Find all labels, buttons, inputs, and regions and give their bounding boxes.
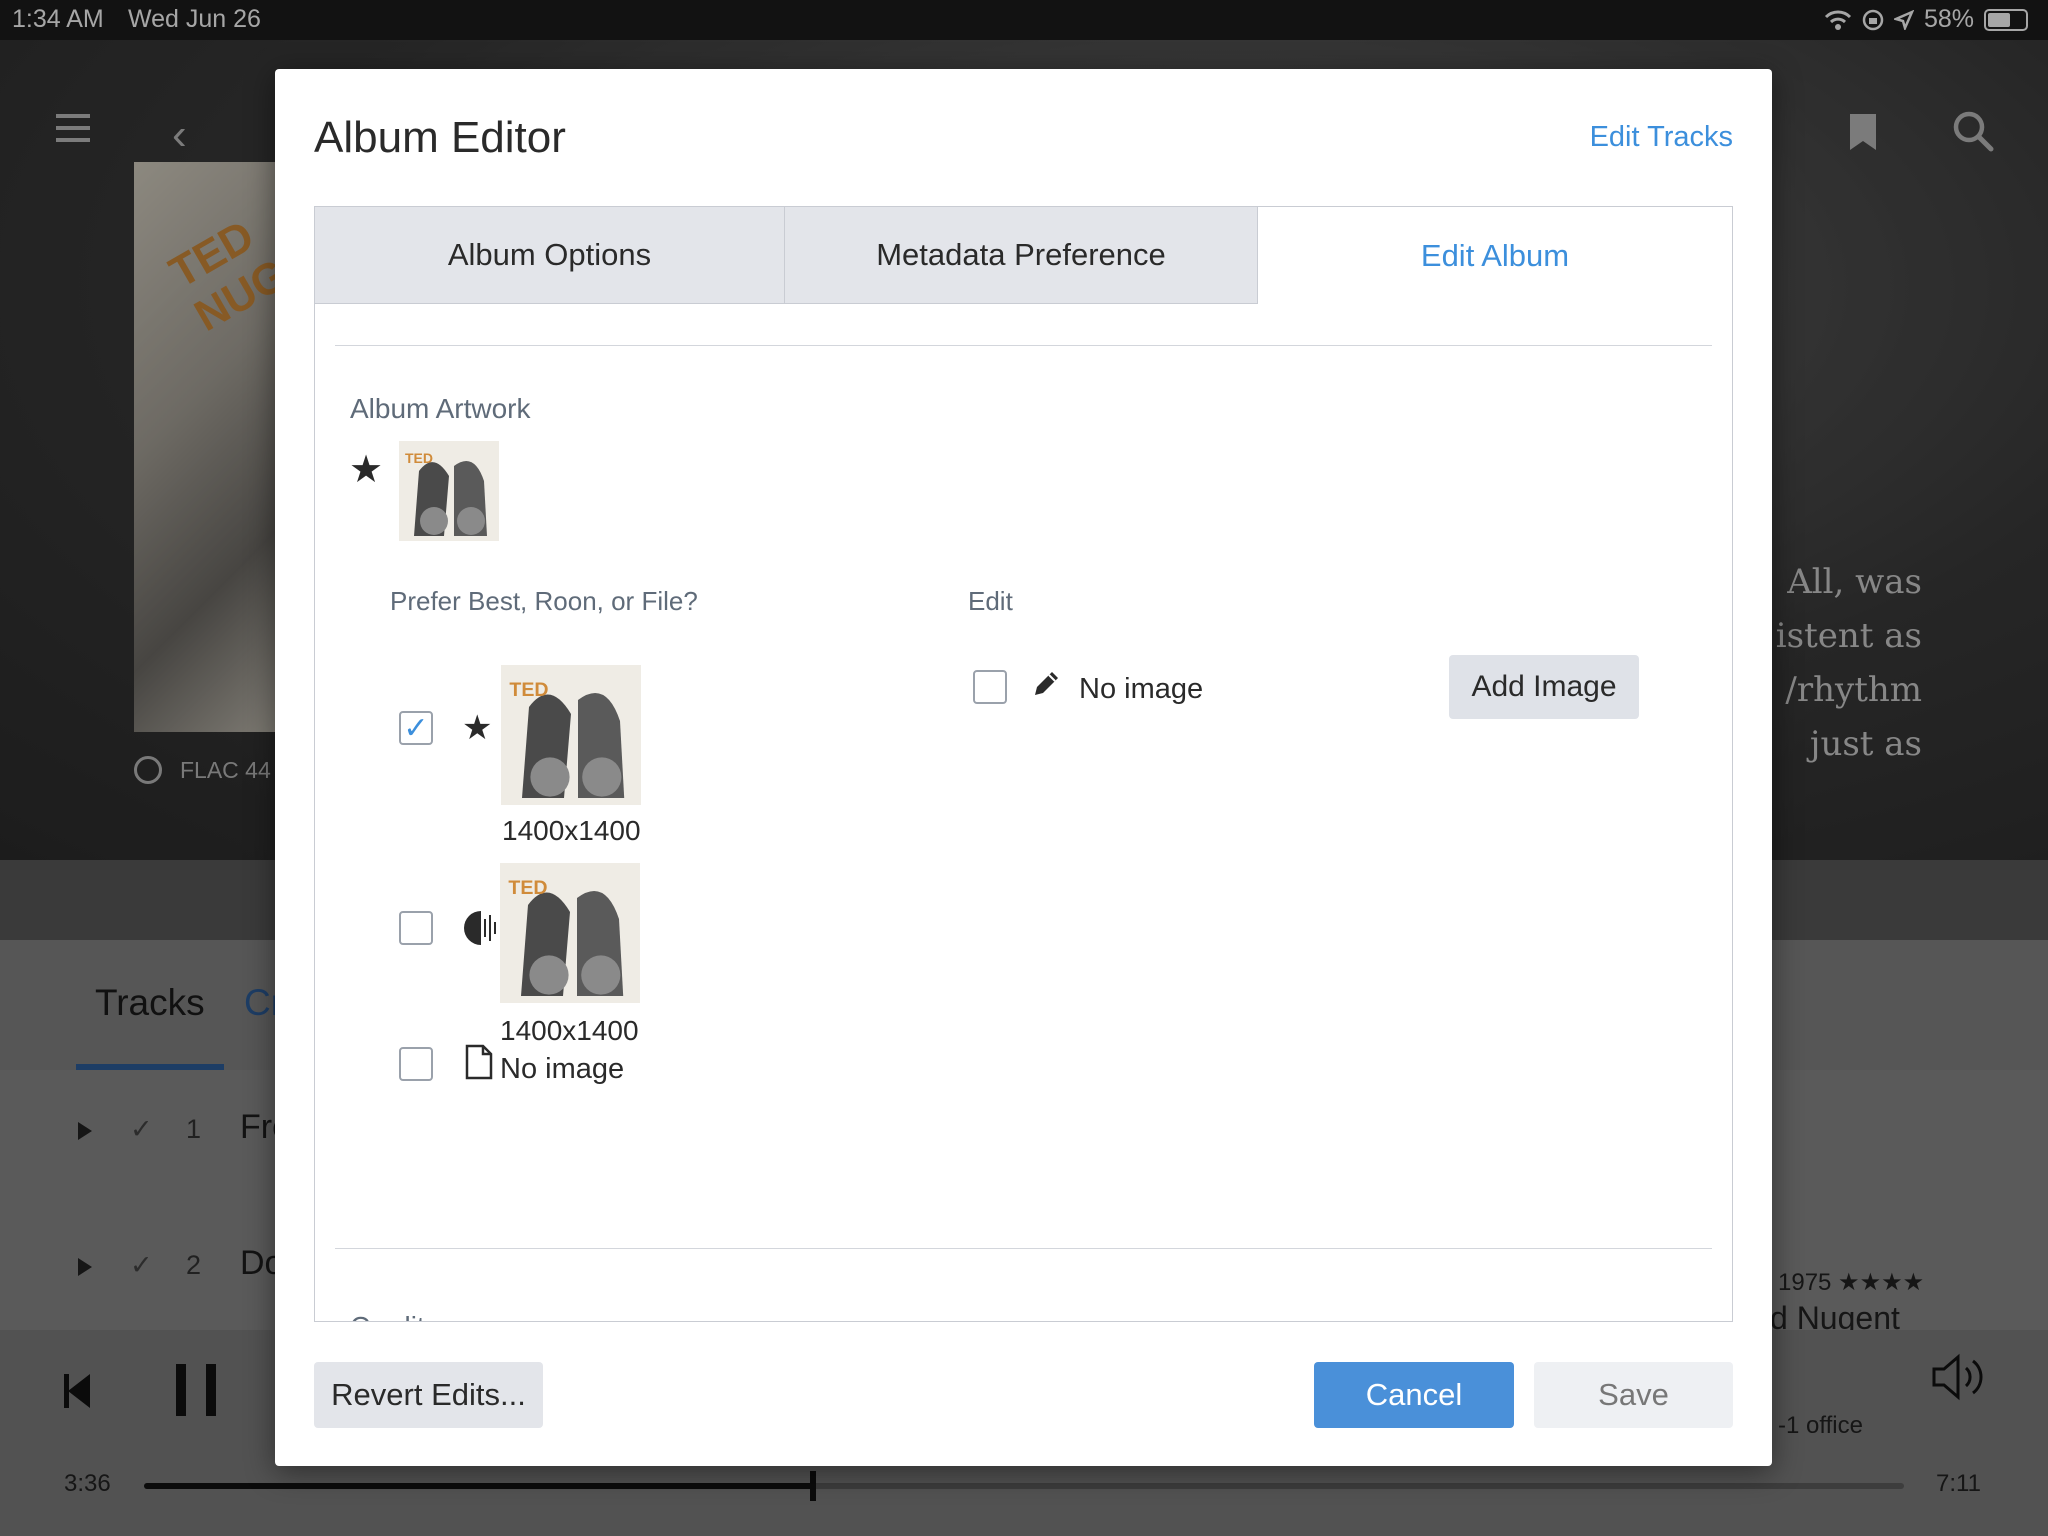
cancel-button[interactable]: Cancel bbox=[1314, 1362, 1514, 1428]
file-icon bbox=[465, 1044, 493, 1080]
credits-label: Credits bbox=[350, 1311, 439, 1321]
album-editor-dialog: Album Editor Edit Tracks Album Options M… bbox=[275, 69, 1772, 1466]
roon-artwork-dimensions: 1400x1400 bbox=[500, 1015, 639, 1046]
edit-no-image-text: No image bbox=[1079, 673, 1204, 705]
prefer-roon-checkbox[interactable] bbox=[399, 911, 433, 945]
divider bbox=[335, 1248, 1712, 1249]
edit-label: Edit bbox=[968, 586, 1013, 616]
prefer-source-label: Prefer Best, Roon, or File? bbox=[390, 586, 698, 616]
tab-metadata-preference[interactable]: Metadata Preference bbox=[784, 206, 1258, 304]
prefer-file-checkbox[interactable] bbox=[399, 1047, 433, 1081]
file-no-image-text: No image bbox=[500, 1053, 625, 1085]
album-artwork-label: Album Artwork bbox=[350, 393, 531, 424]
dialog-title: Album Editor bbox=[314, 113, 566, 162]
star-icon: ★ bbox=[349, 449, 384, 491]
svg-text:TED: TED bbox=[509, 679, 548, 701]
divider bbox=[335, 345, 1712, 346]
svg-text:TED: TED bbox=[405, 450, 433, 466]
best-artwork-thumbnail[interactable]: TED bbox=[501, 665, 641, 805]
artwork-image: TED bbox=[500, 863, 640, 1003]
roon-artwork-thumbnail[interactable]: TED bbox=[500, 863, 640, 1003]
artwork-thumbnail[interactable]: TED bbox=[399, 441, 499, 541]
tab-edit-album[interactable]: Edit Album bbox=[1257, 206, 1733, 304]
best-artwork-dimensions: 1400x1400 bbox=[502, 815, 641, 846]
artwork-image: TED bbox=[501, 665, 641, 805]
artwork-image: TED bbox=[399, 441, 499, 541]
edit-tracks-link[interactable]: Edit Tracks bbox=[1590, 121, 1733, 154]
revert-edits-button[interactable]: Revert Edits... bbox=[314, 1362, 543, 1428]
edit-artwork-checkbox[interactable] bbox=[973, 670, 1007, 704]
checkmark-icon: ✓ bbox=[403, 711, 429, 745]
svg-text:TED: TED bbox=[508, 877, 547, 899]
edit-album-panel[interactable]: Album Artwork ★ TED Prefer Best, Roon, o… bbox=[314, 303, 1733, 1322]
tab-album-options[interactable]: Album Options bbox=[314, 206, 785, 304]
save-button[interactable]: Save bbox=[1534, 1362, 1733, 1428]
pencil-icon bbox=[1035, 672, 1058, 695]
editor-tabs: Album Options Metadata Preference Edit A… bbox=[314, 206, 1733, 304]
roon-icon bbox=[464, 911, 496, 945]
star-icon: ★ bbox=[462, 709, 493, 747]
prefer-best-checkbox[interactable]: ✓ bbox=[399, 711, 433, 745]
add-image-button[interactable]: Add Image bbox=[1449, 655, 1639, 719]
